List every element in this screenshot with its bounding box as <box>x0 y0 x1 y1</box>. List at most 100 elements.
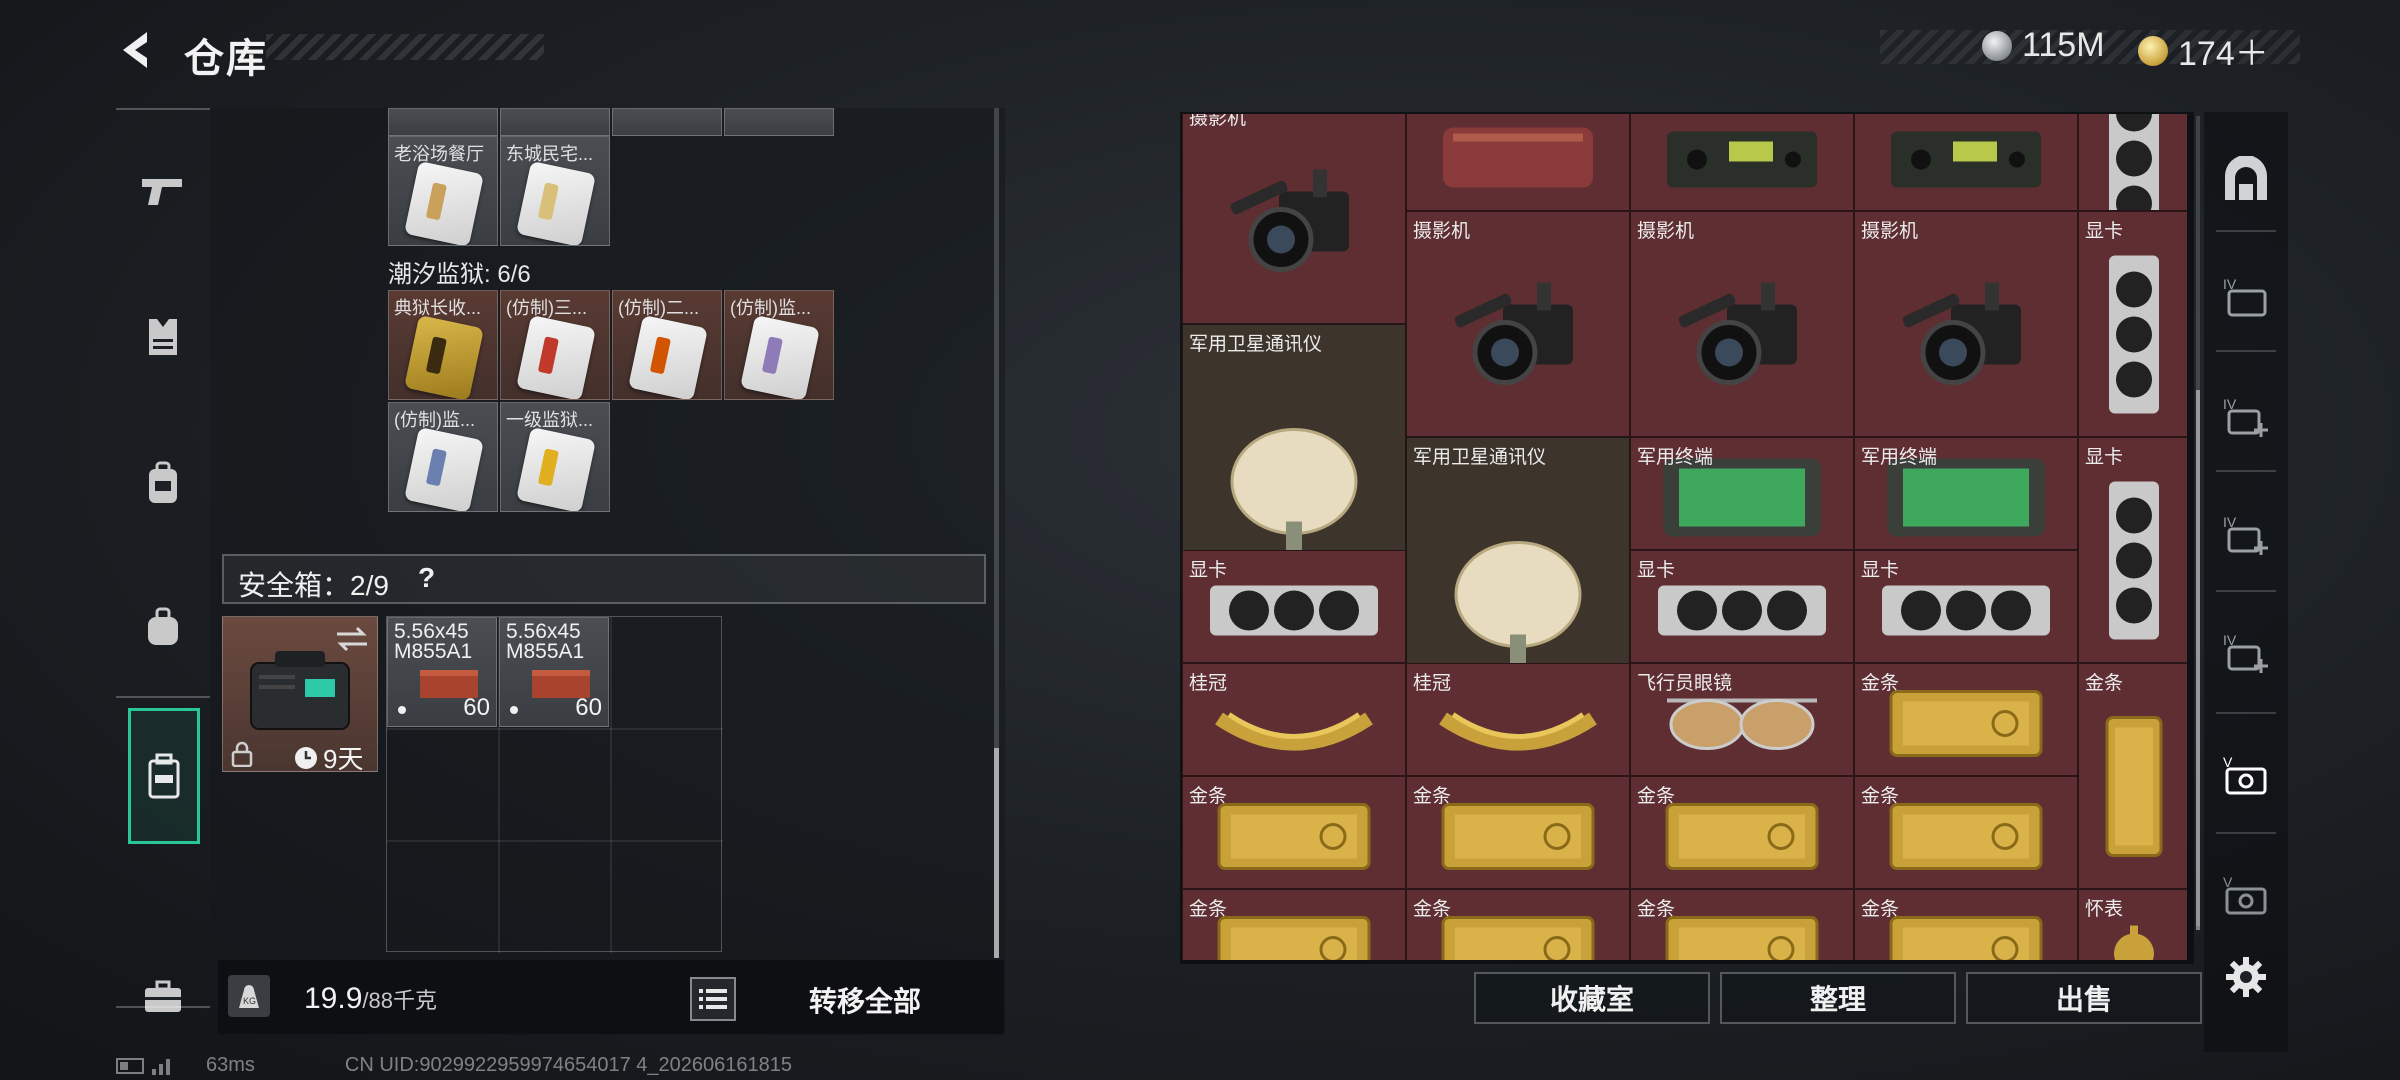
stash-item-radio[interactable] <box>1854 114 2078 211</box>
stash-item-gold-h[interactable]: 金条 <box>1854 663 2078 776</box>
stash-item-gold-h[interactable]: 金条 <box>1182 889 1406 960</box>
stash-item-camera[interactable]: 摄影机 <box>1854 211 2078 437</box>
radio-icon <box>1657 124 1827 199</box>
swap-icon <box>337 626 367 652</box>
stash-item-gpu-v[interactable] <box>2078 114 2187 211</box>
keycard-slot[interactable]: (仿制)监... <box>724 290 834 400</box>
stash-item-gold-h[interactable]: 金条 <box>1406 776 1630 889</box>
uid-text: CN UID:9029922959974654017 4_20260616181… <box>344 1054 792 1076</box>
gold-h-icon <box>1657 797 1827 882</box>
help-button[interactable]: ? <box>418 562 435 594</box>
stash-item-gpu-v[interactable]: 显卡 <box>2078 437 2187 663</box>
stash-item-gold-h[interactable]: 金条 <box>1630 889 1854 960</box>
category-backpack[interactable] <box>124 444 202 522</box>
item-slot[interactable] <box>388 108 498 136</box>
stash-item-gold-h[interactable]: 金条 <box>1406 889 1630 960</box>
sell-button[interactable]: 出售 <box>1966 972 2202 1024</box>
inventory-scrollbar-thumb[interactable] <box>994 748 999 958</box>
tab-add-stash[interactable]: IV <box>2212 618 2280 688</box>
stash-item-gold-v[interactable]: 金条 <box>2078 663 2187 889</box>
stash-item-gpu-h[interactable]: 显卡 <box>1182 550 1406 663</box>
item-slot[interactable] <box>500 108 610 136</box>
watch-icon <box>2104 920 2164 960</box>
collection-room-button[interactable]: 收藏室 <box>1474 972 1710 1024</box>
safebox-case-icon <box>250 651 350 730</box>
keycard-slot[interactable]: (仿制)二... <box>612 290 722 400</box>
currency-gold[interactable]: 174＋ <box>2138 26 2269 75</box>
category-safebox[interactable] <box>128 708 200 844</box>
add-stash-icon: IV <box>2223 632 2268 673</box>
item-name: 金条 <box>1189 786 1228 807</box>
tab-overview[interactable] <box>2212 144 2280 214</box>
divider <box>2216 712 2276 714</box>
divider <box>2216 590 2276 592</box>
category-case[interactable] <box>124 958 202 1036</box>
stash-item-camera[interactable]: 摄影机 <box>1406 211 1630 437</box>
category-armor[interactable] <box>124 298 202 376</box>
back-arrow-icon <box>123 32 147 68</box>
stash-item-camera[interactable]: 摄影机 <box>1182 114 1406 324</box>
item-name: 典狱长收... <box>394 298 482 318</box>
pistol-icon <box>142 179 182 205</box>
item-name: (仿制)监... <box>394 410 475 430</box>
stash-item-gpu-h[interactable]: 显卡 <box>1854 550 2078 663</box>
settings-button[interactable] <box>2212 942 2280 1012</box>
currency-silver[interactable]: 115M <box>1982 26 2105 65</box>
item-slot[interactable] <box>724 108 834 136</box>
stash-item-gold-h[interactable]: 金条 <box>1854 889 2078 960</box>
stash-item-terminal[interactable]: 军用终端 <box>1854 437 2078 550</box>
stash-item-camera[interactable]: 摄影机 <box>1630 211 1854 437</box>
category-sidebar <box>116 108 210 1012</box>
stash-item-watch[interactable]: 怀表 <box>2078 889 2187 960</box>
stash-item-gold-h[interactable]: 金条 <box>1630 776 1854 889</box>
camera-icon <box>1219 162 1369 287</box>
stash-item-gold-h[interactable]: 金条 <box>1854 776 2078 889</box>
currency-amount: 115M <box>2022 26 2105 64</box>
tab-stash-4[interactable]: IV <box>2212 262 2280 332</box>
keycard-icon <box>404 160 484 245</box>
transfer-all-button[interactable]: 转移全部 <box>760 978 970 1022</box>
category-rig[interactable] <box>124 588 202 666</box>
stash-item-laurel[interactable]: 桂冠 <box>1182 663 1406 776</box>
item-name: 一级监狱... <box>506 410 594 430</box>
ammo-slot[interactable]: 5.56x45 M855A1 60 <box>499 617 609 727</box>
stash-item-glasses[interactable]: 飞行员眼镜 <box>1630 663 1854 776</box>
keycard-slot[interactable]: 典狱长收... <box>388 290 498 400</box>
keycard-slot[interactable]: (仿制)三... <box>500 290 610 400</box>
stash-grid: 摄影机 摄影机 摄影机 摄影机 显卡 军用卫星通讯仪 军用卫星通讯仪 军用终端 军用终端 显卡 显卡… <box>1182 114 2187 960</box>
stash-item-radio[interactable] <box>1630 114 1854 211</box>
stash-item-gold-h[interactable]: 金条 <box>1182 776 1406 889</box>
stash-item-laurel[interactable]: 桂冠 <box>1406 663 1630 776</box>
stash-item-terminal[interactable]: 军用终端 <box>1630 437 1854 550</box>
item-name: 军用终端 <box>1861 447 1938 468</box>
organize-button[interactable]: 整理 <box>1720 972 1956 1024</box>
stash-item-gpu-v[interactable]: 显卡 <box>2078 211 2187 437</box>
stash-scrollbar-thumb[interactable] <box>2196 390 2200 930</box>
keycard-slot[interactable]: (仿制)监... <box>388 402 498 512</box>
list-view-button[interactable] <box>690 977 736 1021</box>
gold-h-icon <box>1881 910 2051 960</box>
keycard-icon <box>516 160 596 245</box>
keycard-icon <box>404 314 484 399</box>
category-weapon[interactable] <box>124 152 202 230</box>
back-button[interactable] <box>108 22 166 78</box>
item-name: 金条 <box>2085 673 2124 694</box>
keycard-slot[interactable]: 一级监狱... <box>500 402 610 512</box>
keycard-slot[interactable]: 老浴场餐厅 <box>388 136 498 246</box>
item-name: 军用卫星通讯仪 <box>1189 334 1323 355</box>
tab-stash-5[interactable]: V <box>2212 860 2280 930</box>
glasses-icon <box>1657 689 1827 764</box>
tab-stash-5-active[interactable]: V <box>2212 740 2280 810</box>
item-name: 金条 <box>1637 899 1676 920</box>
tab-add-stash[interactable]: IV <box>2212 500 2280 570</box>
ammo-slot[interactable]: 5.56x45 M855A1 60 <box>387 617 497 727</box>
safebox-item[interactable]: 9天 <box>222 616 378 774</box>
stash-item-case[interactable] <box>1406 114 1630 211</box>
stash-tab-icon: V <box>2223 754 2267 795</box>
item-slot[interactable] <box>612 108 722 136</box>
ammo-qty: 60 <box>575 694 602 721</box>
tab-add-stash[interactable]: IV <box>2212 382 2280 452</box>
laurel-icon <box>1209 689 1379 764</box>
stash-item-gpu-h[interactable]: 显卡 <box>1630 550 1854 663</box>
keycard-slot[interactable]: 东城民宅... <box>500 136 610 246</box>
